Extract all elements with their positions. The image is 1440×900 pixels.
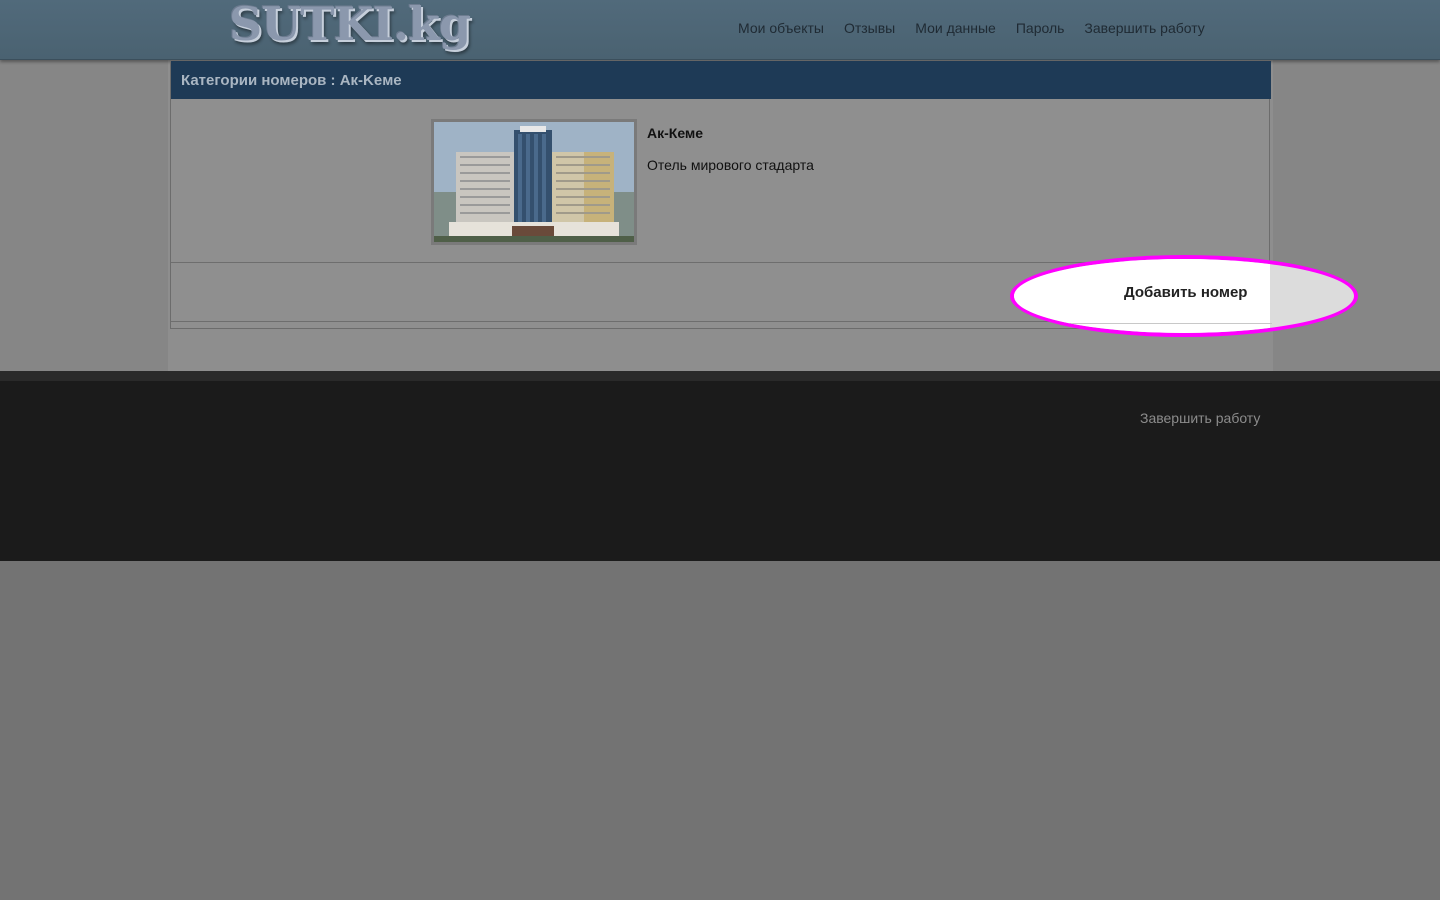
nav-reviews[interactable]: Отзывы [844,20,895,36]
hotel-building-image [434,122,634,242]
nav-my-data[interactable]: Мои данные [915,20,996,36]
site-header: SUTKI.kg Мои объекты Отзывы Мои данные П… [0,0,1440,60]
divider [1014,323,1272,324]
panel-header: Категории номеров : Ак-Keме [171,61,1271,99]
nav-logout[interactable]: Завершить работу [1084,20,1204,36]
hotel-name[interactable]: Ак-Кеме [647,125,703,141]
nav-my-objects[interactable]: Мои объекты [738,20,824,36]
add-room-button[interactable]: Добавить номер [1124,284,1247,301]
footer-logout-link[interactable]: Завершить работу [1140,410,1260,426]
nav-password[interactable]: Пароль [1016,20,1065,36]
site-logo[interactable]: SUTKI.kg [229,0,471,51]
top-navigation: Мои объекты Отзывы Мои данные Пароль Зав… [738,20,1205,36]
panel-title: Категории номеров : Ак-Keме [181,72,402,89]
site-footer [0,371,1440,561]
hotel-photo [431,119,637,245]
hotel-description: Отель мирового стадарта [647,157,814,173]
